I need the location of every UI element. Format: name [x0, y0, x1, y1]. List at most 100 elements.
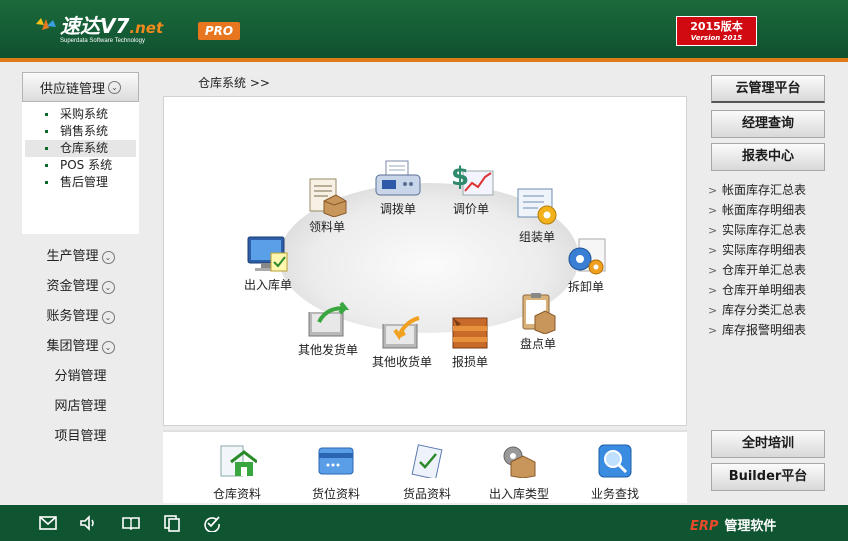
manager-query-button[interactable]: 经理查询 [711, 110, 825, 138]
version-year: 2015版本 [690, 20, 743, 33]
module-disassembly[interactable]: 拆卸单 [554, 237, 618, 295]
chevron-right-icon: > [708, 244, 718, 257]
chevron-down-icon: ⌄ [108, 80, 121, 94]
submenu-item-pos[interactable]: POS 系统 [22, 157, 139, 174]
report-list: > 帐面库存汇总表 > 帐面库存明细表 > 实际库存汇总表 > 实际库存明细表 > 仓库开… [708, 180, 806, 340]
nav-group[interactable]: 集团管理 ⌄ [22, 332, 139, 362]
report-link[interactable]: > 库存报警明细表 [708, 320, 806, 340]
tool-business-search[interactable]: 业务查找 [575, 444, 655, 502]
damaged-box-icon [452, 317, 488, 349]
module-price-adjust[interactable]: $ 调价单 [439, 159, 503, 217]
logo-subtitle: Superdata Software Technology [60, 38, 145, 44]
check-circle-icon[interactable] [202, 514, 222, 532]
header-accent-line [0, 58, 848, 62]
logo-net: .net [129, 19, 164, 37]
report-link-label: 实际库存汇总表 [722, 223, 807, 237]
submenu-item-sales[interactable]: 销售系统 [22, 123, 139, 140]
tool-in-out-type-label: 出入库类型 [488, 487, 549, 501]
builder-platform-button[interactable]: Builder平台 [711, 463, 825, 491]
training-button[interactable]: 全时培训 [711, 430, 825, 458]
module-loss-report-label: 报损单 [451, 355, 488, 369]
bottom-bar: ERP 管理软件 [0, 505, 848, 541]
tool-business-search-label: 业务查找 [590, 487, 639, 501]
logo-mark-icon [36, 18, 56, 30]
module-other-receipt[interactable]: 其他收货单 [370, 312, 434, 370]
nav-funds[interactable]: 资金管理 ⌄ [22, 272, 139, 302]
chevron-right-icon: > [708, 224, 718, 237]
price-chart-icon: $ [451, 162, 494, 196]
monitor-note-icon [247, 236, 288, 272]
nav-production-label: 生产管理 [46, 249, 99, 264]
module-stocktaking[interactable]: 盘点单 [506, 292, 570, 352]
cloud-platform-button[interactable]: 云管理平台 [711, 75, 825, 103]
version-badge: 2015版本 Version 2015 [676, 16, 757, 46]
chevron-right-icon: > [708, 304, 718, 317]
module-other-shipment-label: 其他发货单 [297, 343, 358, 357]
chevron-right-icon: > [708, 284, 718, 297]
report-link-label: 库存报警明细表 [722, 323, 807, 337]
chevron-down-icon: ⌄ [101, 281, 115, 294]
module-other-shipment[interactable]: 其他发货单 [296, 300, 360, 358]
document-stack-icon[interactable] [162, 514, 182, 532]
tool-in-out-type[interactable]: 出入库类型 [479, 444, 559, 502]
report-center-button[interactable]: 报表中心 [711, 143, 825, 171]
box-gear-icon [503, 446, 536, 478]
chevron-down-icon: ⌄ [101, 251, 115, 264]
module-in-out-stock[interactable]: 出入库单 [236, 235, 300, 293]
svg-text:$: $ [451, 162, 469, 192]
clipboard-box-icon [522, 293, 556, 334]
report-link-label: 仓库开单汇总表 [722, 263, 807, 277]
nav-group-label: 集团管理 [46, 339, 99, 354]
report-link[interactable]: > 仓库开单汇总表 [708, 260, 806, 280]
mail-icon[interactable] [38, 514, 58, 532]
submenu-item-warehouse[interactable]: 仓库系统 [25, 140, 136, 157]
tool-location-data[interactable]: 货位资料 [296, 444, 376, 502]
search-icon [598, 444, 632, 478]
box-in-arrow-icon [382, 316, 420, 349]
submenu-item-after-sales[interactable]: 售后管理 [22, 174, 139, 191]
report-link[interactable]: > 仓库开单明细表 [708, 280, 806, 300]
base-data-toolbar: 仓库资料 货位资料 货品资料 出入库类型 业务查找 [163, 430, 687, 503]
top-header: 速达V7.net Superdata Software Technology P… [0, 0, 848, 58]
nav-production[interactable]: 生产管理 ⌄ [22, 242, 139, 272]
product-logo: 速达V7.net Superdata Software Technology [36, 10, 163, 44]
goods-clipboard-icon [411, 444, 443, 478]
module-price-adjust-label: 调价单 [452, 202, 489, 216]
nav-online-store[interactable]: 网店管理 [22, 392, 139, 422]
nav-distribution[interactable]: 分销管理 [22, 362, 139, 392]
report-link-label: 仓库开单明细表 [722, 283, 807, 297]
speaker-icon[interactable] [78, 514, 98, 532]
version-english: Version 2015 [690, 34, 743, 42]
nav-supply-chain[interactable]: 供应链管理 ⌄ [22, 72, 139, 102]
book-icon[interactable] [121, 514, 141, 532]
submenu-item-purchase[interactable]: 采购系统 [22, 106, 139, 123]
tool-goods-data-label: 货品资料 [402, 487, 451, 501]
report-link[interactable]: > 实际库存汇总表 [708, 220, 806, 240]
material-requisition-icon [309, 178, 347, 217]
warehouse-house-icon [220, 445, 257, 477]
chevron-right-icon: > [708, 184, 718, 197]
module-material-requisition[interactable]: 领料单 [295, 177, 359, 235]
chevron-down-icon: ⌄ [101, 311, 115, 324]
report-link[interactable]: > 库存分类汇总表 [708, 300, 806, 320]
tool-warehouse-data[interactable]: 仓库资料 [197, 444, 277, 502]
module-transfer[interactable]: 调拨单 [366, 159, 430, 217]
nav-accounting[interactable]: 账务管理 ⌄ [22, 302, 139, 332]
report-link-label: 帐面库存汇总表 [722, 183, 807, 197]
chevron-right-icon: > [708, 264, 718, 277]
tool-goods-data[interactable]: 货品资料 [387, 444, 467, 502]
box-out-arrow-icon [308, 301, 350, 337]
nav-accounting-label: 账务管理 [46, 309, 99, 324]
fax-printer-icon [375, 160, 421, 196]
report-link[interactable]: > 帐面库存明细表 [708, 200, 806, 220]
nav-project[interactable]: 项目管理 [22, 422, 139, 452]
footer-erp: ERP [690, 519, 719, 534]
report-link[interactable]: > 帐面库存汇总表 [708, 180, 806, 200]
breadcrumb: 仓库系统 >> [198, 76, 270, 90]
module-in-out-stock-label: 出入库单 [243, 278, 292, 292]
tool-warehouse-data-label: 仓库资料 [212, 487, 261, 501]
chevron-right-icon: > [708, 204, 718, 217]
module-loss-report[interactable]: 报损单 [438, 312, 502, 370]
location-card-icon [318, 447, 354, 475]
report-link[interactable]: > 实际库存明细表 [708, 240, 806, 260]
